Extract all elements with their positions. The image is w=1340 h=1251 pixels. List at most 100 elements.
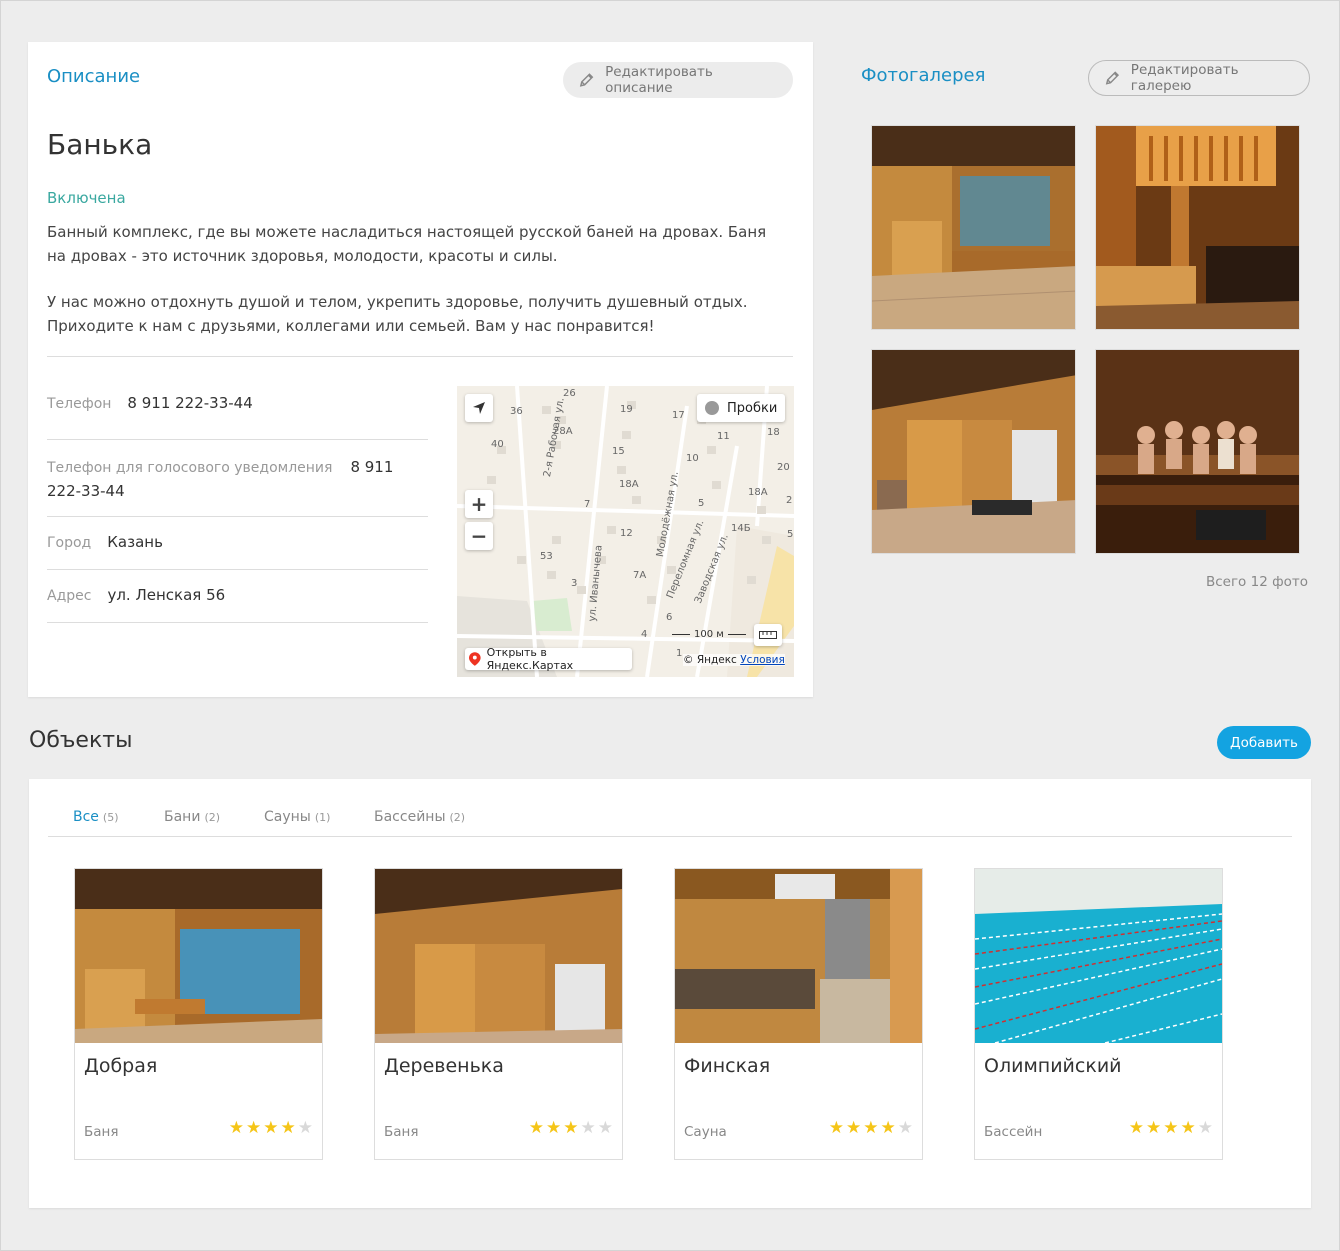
- tab-count: (5): [102, 811, 119, 824]
- yandex-map[interactable]: 26 36 19 17 28А 40 15 11 18 10 20 18А 18…: [457, 386, 794, 677]
- rating-stars: ★ ★ ★ ★ ★: [827, 1120, 913, 1137]
- gallery-photo[interactable]: [1095, 125, 1300, 330]
- map-house-number: 14Б: [731, 523, 751, 534]
- bathhouse-corridor-image: [872, 350, 1075, 553]
- city-label: Город: [47, 535, 92, 551]
- finnish-sauna-image: [675, 869, 922, 1043]
- swimming-pool-image: [975, 869, 1222, 1043]
- star-filled-icon: ★: [246, 1118, 262, 1138]
- edit-description-label: Редактировать описание: [605, 64, 713, 96]
- address-row: Адрес ул. Ленская 56: [47, 570, 428, 623]
- gallery-title: Фотогалерея: [861, 65, 986, 86]
- map-house-number: 5: [787, 529, 794, 540]
- star-filled-icon: ★: [863, 1118, 879, 1138]
- object-image: [75, 869, 322, 1043]
- ruler-button[interactable]: [754, 624, 782, 646]
- rating-stars: ★ ★ ★ ★ ★: [1127, 1120, 1213, 1137]
- map-scale: 100 м: [672, 629, 746, 640]
- phone-row: Телефон 8 911 222-33-44: [47, 394, 428, 440]
- tab-count: (2): [449, 811, 466, 824]
- edit-gallery-label: Редактировать галерею: [1130, 62, 1239, 94]
- map-house-number: 26: [563, 388, 576, 399]
- gallery-photo[interactable]: [871, 125, 1076, 330]
- add-object-button[interactable]: Добавить: [1217, 726, 1311, 759]
- map-house-number: 3: [571, 578, 578, 589]
- traffic-label: Пробки: [727, 400, 778, 416]
- zoom-out-button[interactable]: −: [465, 522, 493, 550]
- bathhouse-lounge-image: [1096, 126, 1299, 329]
- locate-button[interactable]: [465, 394, 493, 422]
- star-empty-icon: ★: [1197, 1118, 1213, 1138]
- minus-icon: −: [470, 524, 488, 548]
- object-image: [375, 869, 622, 1043]
- objects-card: Все (5) Бани (2) Сауны (1) Бассейны (2) Добр…: [29, 779, 1311, 1208]
- star-filled-icon: ★: [546, 1118, 562, 1138]
- object-type: Баня: [384, 1124, 419, 1140]
- address-label: Адрес: [47, 588, 92, 604]
- star-filled-icon: ★: [280, 1118, 296, 1138]
- object-card[interactable]: Деревенька Баня ★ ★ ★ ★ ★: [374, 868, 623, 1160]
- divider: [47, 356, 793, 357]
- star-filled-icon: ★: [880, 1118, 896, 1138]
- tab-banyas[interactable]: Бани (2): [164, 809, 220, 825]
- pencil-icon: [1105, 71, 1120, 85]
- star-filled-icon: ★: [828, 1118, 844, 1138]
- map-house-number: 36: [510, 406, 523, 417]
- tab-label: Бани: [164, 809, 201, 825]
- tab-label: Бассейны: [374, 809, 446, 825]
- open-in-yandex-maps-label: Открыть в Яндекс.Картах: [486, 646, 574, 672]
- objects-title: Объекты: [29, 728, 133, 753]
- terms-link[interactable]: Условия: [740, 654, 785, 666]
- object-image: [675, 869, 922, 1043]
- traffic-icon: [705, 401, 719, 415]
- bathhouse-room-image: [75, 869, 322, 1043]
- open-in-yandex-maps-link[interactable]: Открыть в Яндекс.Картах: [465, 646, 632, 672]
- plus-icon: +: [470, 492, 488, 516]
- description-title: Описание: [47, 66, 141, 87]
- edit-gallery-button[interactable]: Редактировать галерею: [1088, 60, 1310, 96]
- tab-all[interactable]: Все (5): [73, 809, 119, 825]
- gallery-photo[interactable]: [1095, 349, 1300, 554]
- traffic-button[interactable]: Пробки: [697, 394, 785, 422]
- star-filled-icon: ★: [263, 1118, 279, 1138]
- phone-label: Телефон: [47, 396, 112, 412]
- object-card[interactable]: Добрая Баня ★ ★ ★ ★ ★: [74, 868, 323, 1160]
- object-card[interactable]: Финская Сауна ★ ★ ★ ★ ★: [674, 868, 923, 1160]
- object-card[interactable]: Олимпийский Бассейн ★ ★ ★ ★ ★: [974, 868, 1223, 1160]
- map-house-number: 7А: [633, 570, 647, 581]
- tab-count: (1): [314, 811, 331, 824]
- map-pin-icon: [469, 652, 481, 666]
- copyright-text: © Яндекс: [683, 654, 737, 666]
- tab-pools[interactable]: Бассейны (2): [374, 809, 465, 825]
- map-house-number: 53: [540, 551, 553, 562]
- gallery-photo[interactable]: [871, 349, 1076, 554]
- edit-description-button[interactable]: Редактировать описание: [563, 62, 793, 98]
- star-filled-icon: ★: [846, 1118, 862, 1138]
- description-card: Описание Редактировать описание Банька В…: [28, 42, 813, 697]
- zoom-in-button[interactable]: +: [465, 490, 493, 518]
- map-scale-label: 100 м: [694, 629, 724, 640]
- map-house-number: 15: [612, 446, 625, 457]
- map-copyright: © Яндекс Условия: [683, 654, 785, 666]
- star-filled-icon: ★: [1146, 1118, 1162, 1138]
- ruler-icon: [759, 631, 777, 639]
- venue-name: Банька: [47, 128, 153, 161]
- status-label: Включена: [47, 189, 126, 207]
- star-filled-icon: ★: [1128, 1118, 1144, 1138]
- map-house-number: 20: [777, 462, 790, 473]
- map-house-number: 10: [686, 453, 699, 464]
- star-filled-icon: ★: [528, 1118, 544, 1138]
- description-paragraph: Банный комплекс, где вы можете насладить…: [47, 223, 767, 265]
- map-house-number: 6: [666, 612, 673, 623]
- tab-saunas[interactable]: Сауны (1): [264, 809, 330, 825]
- location-arrow-icon: [473, 402, 485, 414]
- map-house-number: 5: [698, 498, 705, 509]
- star-empty-icon: ★: [297, 1118, 313, 1138]
- description-paragraph: У нас можно отдохнуть душой и телом, укр…: [47, 293, 748, 335]
- object-name: Добрая: [84, 1055, 158, 1077]
- map-house-number: 40: [491, 439, 504, 450]
- tabs-divider: [48, 836, 1292, 837]
- map-house-number: 12: [620, 528, 633, 539]
- bathhouse-corridor-image: [375, 869, 622, 1043]
- voice-phone-label: Телефон для голосового уведомления: [47, 460, 333, 476]
